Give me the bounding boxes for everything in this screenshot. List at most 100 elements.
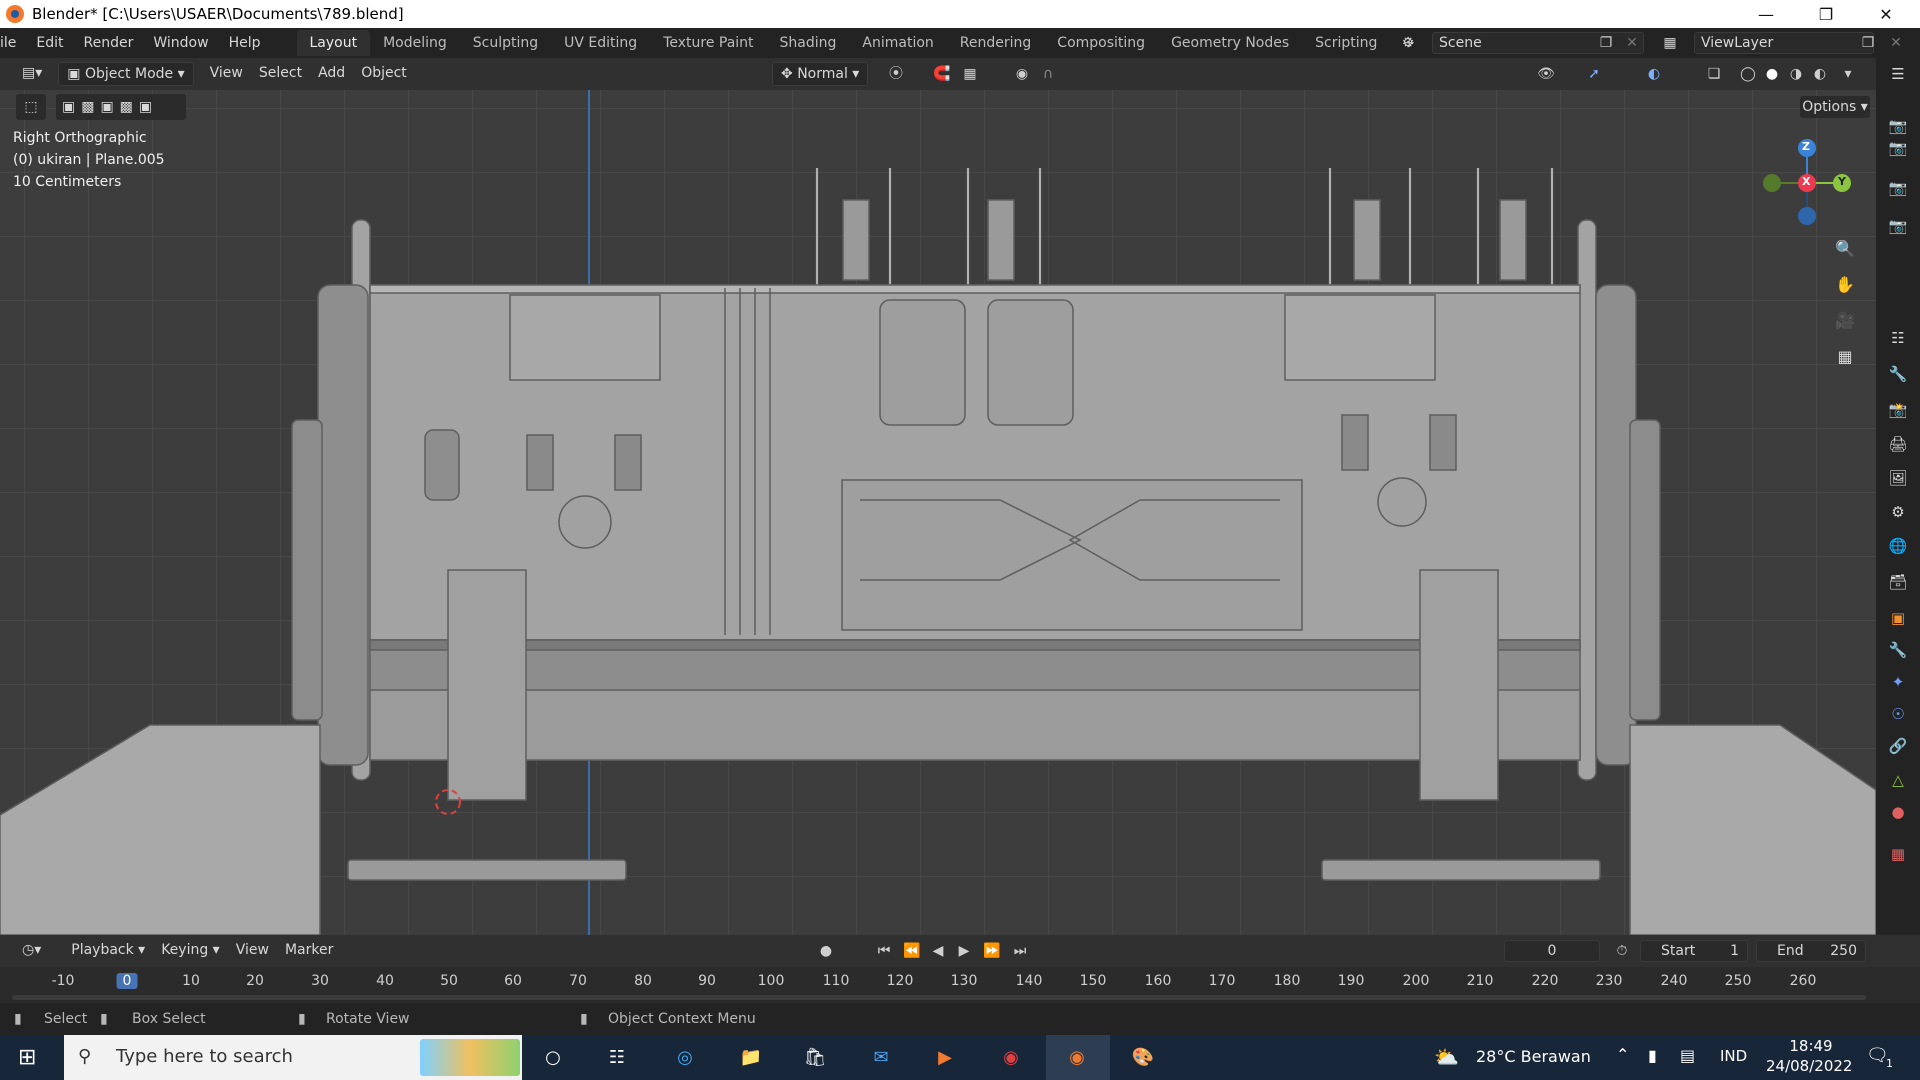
taskbar-search[interactable]: ⚲ Type here to search: [64, 1035, 522, 1080]
camera-icon[interactable]: 📷: [1886, 136, 1910, 160]
camera-icon[interactable]: 📷: [1886, 176, 1910, 200]
jump-end-icon[interactable]: ⏭: [1010, 941, 1030, 961]
texture-tab-icon[interactable]: ▦: [1886, 842, 1910, 866]
tab-shading[interactable]: Shading: [767, 30, 850, 56]
delete-view-layer-icon[interactable]: ✕: [1886, 33, 1906, 53]
tab-layout[interactable]: Layout: [296, 30, 371, 56]
tray-expand-icon[interactable]: ⌃: [1616, 1045, 1629, 1064]
tool-tab-icon[interactable]: 🔧: [1886, 362, 1910, 386]
end-frame-field[interactable]: End 250: [1756, 940, 1866, 962]
wireframe-shading-icon[interactable]: ◯: [1738, 64, 1758, 84]
store-icon[interactable]: 🛍: [800, 1043, 830, 1073]
render-tab-icon[interactable]: 📸: [1886, 398, 1910, 422]
minimize-icon[interactable]: —: [1736, 0, 1796, 28]
add-menu[interactable]: Add: [310, 62, 353, 86]
menu-render[interactable]: Render: [74, 28, 144, 58]
record-icon[interactable]: ●: [816, 941, 836, 961]
timeline-view-menu[interactable]: View: [228, 939, 277, 963]
chrome-icon[interactable]: ◉: [996, 1043, 1026, 1073]
tab-rendering[interactable]: Rendering: [947, 30, 1045, 56]
frame-ruler[interactable]: -10 0 10 20 30 40 50 60 70 80 90 100 110…: [0, 967, 1920, 1003]
new-scene-icon[interactable]: ❐: [1596, 33, 1616, 53]
battery-icon[interactable]: ▮: [1648, 1046, 1657, 1065]
playback-menu[interactable]: Playback ▾: [63, 939, 153, 963]
navigation-gizmo[interactable]: Z X Y: [1746, 130, 1866, 240]
proportional-editing-icon[interactable]: ◉: [1012, 64, 1032, 84]
data-tab-icon[interactable]: △: [1886, 768, 1910, 792]
current-frame-marker[interactable]: 0: [116, 973, 138, 989]
view-layer-icon[interactable]: ▦: [1660, 33, 1680, 53]
material-tab-icon[interactable]: ●: [1886, 800, 1910, 824]
snap-target-icon[interactable]: ▦: [960, 64, 980, 84]
tab-uv-editing[interactable]: UV Editing: [551, 30, 650, 56]
editor-type-icon[interactable]: ▤▾: [14, 62, 50, 86]
menu-file[interactable]: ile: [0, 28, 26, 58]
world-tab-icon[interactable]: 🌐: [1886, 534, 1910, 558]
orientation-select[interactable]: ✥ Normal ▾: [772, 62, 869, 86]
tab-geometry-nodes[interactable]: Geometry Nodes: [1158, 30, 1302, 56]
select-menu[interactable]: Select: [251, 62, 310, 86]
pan-hand-icon[interactable]: ✋: [1830, 270, 1860, 300]
timeline-editor-type-icon[interactable]: ◷▾: [14, 939, 49, 963]
xray-icon[interactable]: ❏: [1704, 64, 1724, 84]
camera-icon[interactable]: 📷: [1886, 114, 1910, 138]
language-indicator[interactable]: IND: [1720, 1047, 1747, 1065]
object-tab-icon[interactable]: ▣: [1886, 606, 1910, 630]
solid-shading-icon[interactable]: ●: [1762, 64, 1782, 84]
view-menu[interactable]: View: [202, 62, 251, 86]
clock-time[interactable]: 18:49: [1776, 1037, 1846, 1055]
modifier-tab-icon[interactable]: 🔧: [1886, 638, 1910, 662]
marker-menu[interactable]: Marker: [277, 939, 341, 963]
falloff-icon[interactable]: ∩: [1038, 64, 1058, 84]
menu-window[interactable]: Window: [143, 28, 218, 58]
menu-edit[interactable]: Edit: [26, 28, 73, 58]
new-view-layer-icon[interactable]: ❐: [1858, 33, 1878, 53]
weather-icon[interactable]: ⛅: [1434, 1045, 1459, 1069]
object-menu[interactable]: Object: [353, 62, 415, 86]
current-frame-field[interactable]: 0: [1504, 940, 1600, 962]
blender-taskbar-icon[interactable]: ◉: [1062, 1043, 1092, 1073]
visibility-icon[interactable]: 👁: [1536, 64, 1556, 84]
gizmo-toggle-icon[interactable]: ➚: [1584, 64, 1604, 84]
tab-texture-paint[interactable]: Texture Paint: [650, 30, 766, 56]
mail-icon[interactable]: ✉: [866, 1043, 896, 1073]
delete-scene-icon[interactable]: ✕: [1622, 33, 1642, 53]
start-frame-field[interactable]: Start 1: [1640, 940, 1748, 962]
network-icon[interactable]: ▤: [1680, 1046, 1695, 1065]
jump-start-icon[interactable]: ⏮: [874, 941, 894, 961]
close-icon[interactable]: ✕: [1856, 0, 1916, 28]
weather-text[interactable]: 28°C Berawan: [1476, 1047, 1591, 1066]
paint-icon[interactable]: 🎨: [1128, 1043, 1158, 1073]
zoom-icon[interactable]: 🔍: [1830, 234, 1860, 264]
physics-tab-icon[interactable]: ☉: [1886, 702, 1910, 726]
play-reverse-icon[interactable]: ◀: [928, 941, 948, 961]
material-shading-icon[interactable]: ◑: [1786, 64, 1806, 84]
overlay-toggle-icon[interactable]: ◐: [1644, 64, 1664, 84]
view-layer-tab-icon[interactable]: 🖼: [1886, 466, 1910, 490]
task-view-icon[interactable]: ☷: [602, 1043, 632, 1073]
windows-start-icon[interactable]: ⊞: [18, 1045, 36, 1070]
camera-view-icon[interactable]: 🎥: [1830, 306, 1860, 336]
file-explorer-icon[interactable]: 📁: [736, 1043, 766, 1073]
tab-scripting[interactable]: Scripting: [1302, 30, 1390, 56]
next-keyframe-icon[interactable]: ⏩: [982, 941, 1002, 961]
orthographic-toggle-icon[interactable]: ▦: [1830, 342, 1860, 372]
view-layer-field[interactable]: ViewLayer: [1694, 32, 1874, 54]
media-player-icon[interactable]: ▶: [930, 1043, 960, 1073]
tab-sculpting[interactable]: Sculpting: [460, 30, 551, 56]
menu-help[interactable]: Help: [219, 28, 271, 58]
tab-compositing[interactable]: Compositing: [1044, 30, 1158, 56]
timeline-scrollbar[interactable]: [12, 995, 1866, 1000]
constraints-tab-icon[interactable]: 🔗: [1886, 734, 1910, 758]
shading-options-icon[interactable]: ▾: [1838, 64, 1858, 84]
collection-tab-icon[interactable]: 🗃: [1886, 570, 1910, 594]
snap-icon[interactable]: 🧲: [932, 64, 952, 84]
outliner-icon[interactable]: ☰: [1886, 62, 1910, 86]
tab-modeling[interactable]: Modeling: [370, 30, 460, 56]
output-tab-icon[interactable]: 🖨: [1886, 432, 1910, 456]
pivot-point-icon[interactable]: ⦿: [886, 64, 906, 84]
clock-date[interactable]: 24/08/2022: [1766, 1057, 1852, 1075]
restore-icon[interactable]: ❐: [1796, 0, 1856, 28]
tab-animation[interactable]: Animation: [849, 30, 946, 56]
prev-keyframe-icon[interactable]: ⏪: [902, 941, 922, 961]
